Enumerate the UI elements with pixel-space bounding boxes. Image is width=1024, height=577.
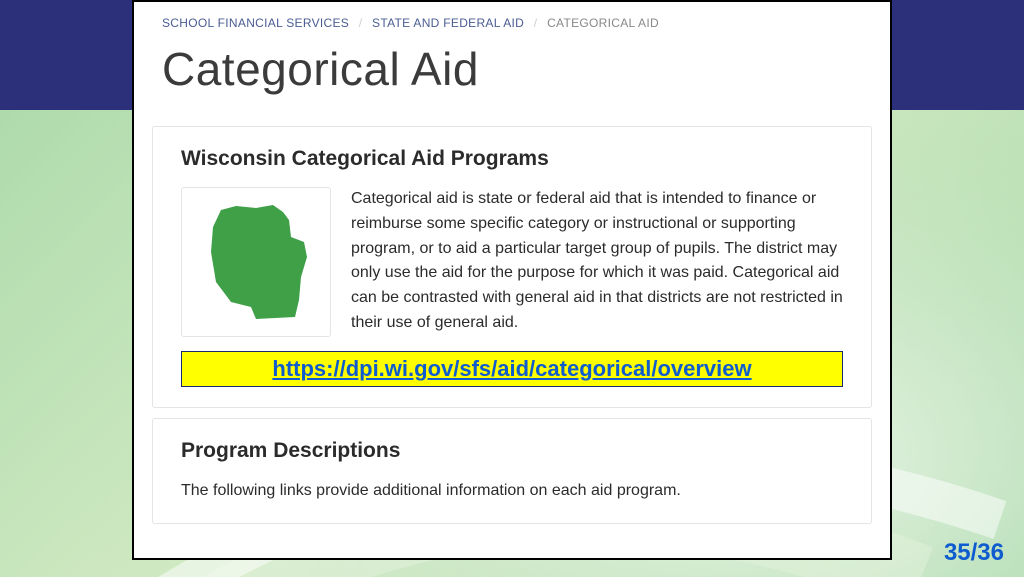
page-title: Categorical Aid bbox=[134, 34, 890, 118]
breadcrumb-separator: / bbox=[534, 16, 538, 30]
programs-body: Categorical aid is state or federal aid … bbox=[351, 187, 843, 336]
wisconsin-state-graphic bbox=[181, 187, 331, 337]
overview-link[interactable]: https://dpi.wi.gov/sfs/aid/categorical/o… bbox=[272, 356, 751, 381]
wisconsin-icon bbox=[201, 202, 311, 322]
descriptions-body: The following links provide additional i… bbox=[181, 479, 843, 503]
programs-panel: Wisconsin Categorical Aid Programs Categ… bbox=[152, 126, 872, 408]
content-card: SCHOOL FINANCIAL SERVICES / STATE AND FE… bbox=[132, 0, 892, 560]
breadcrumb-level3: CATEGORICAL AID bbox=[547, 16, 659, 30]
highlighted-link-box: https://dpi.wi.gov/sfs/aid/categorical/o… bbox=[181, 351, 843, 387]
programs-heading: Wisconsin Categorical Aid Programs bbox=[181, 147, 843, 171]
descriptions-heading: Program Descriptions bbox=[181, 439, 843, 463]
descriptions-panel: Program Descriptions The following links… bbox=[152, 418, 872, 524]
breadcrumb: SCHOOL FINANCIAL SERVICES / STATE AND FE… bbox=[134, 2, 890, 34]
page-number: 35/36 bbox=[944, 539, 1004, 567]
breadcrumb-level1[interactable]: SCHOOL FINANCIAL SERVICES bbox=[162, 16, 349, 30]
breadcrumb-level2[interactable]: STATE AND FEDERAL AID bbox=[372, 16, 524, 30]
breadcrumb-separator: / bbox=[359, 16, 363, 30]
